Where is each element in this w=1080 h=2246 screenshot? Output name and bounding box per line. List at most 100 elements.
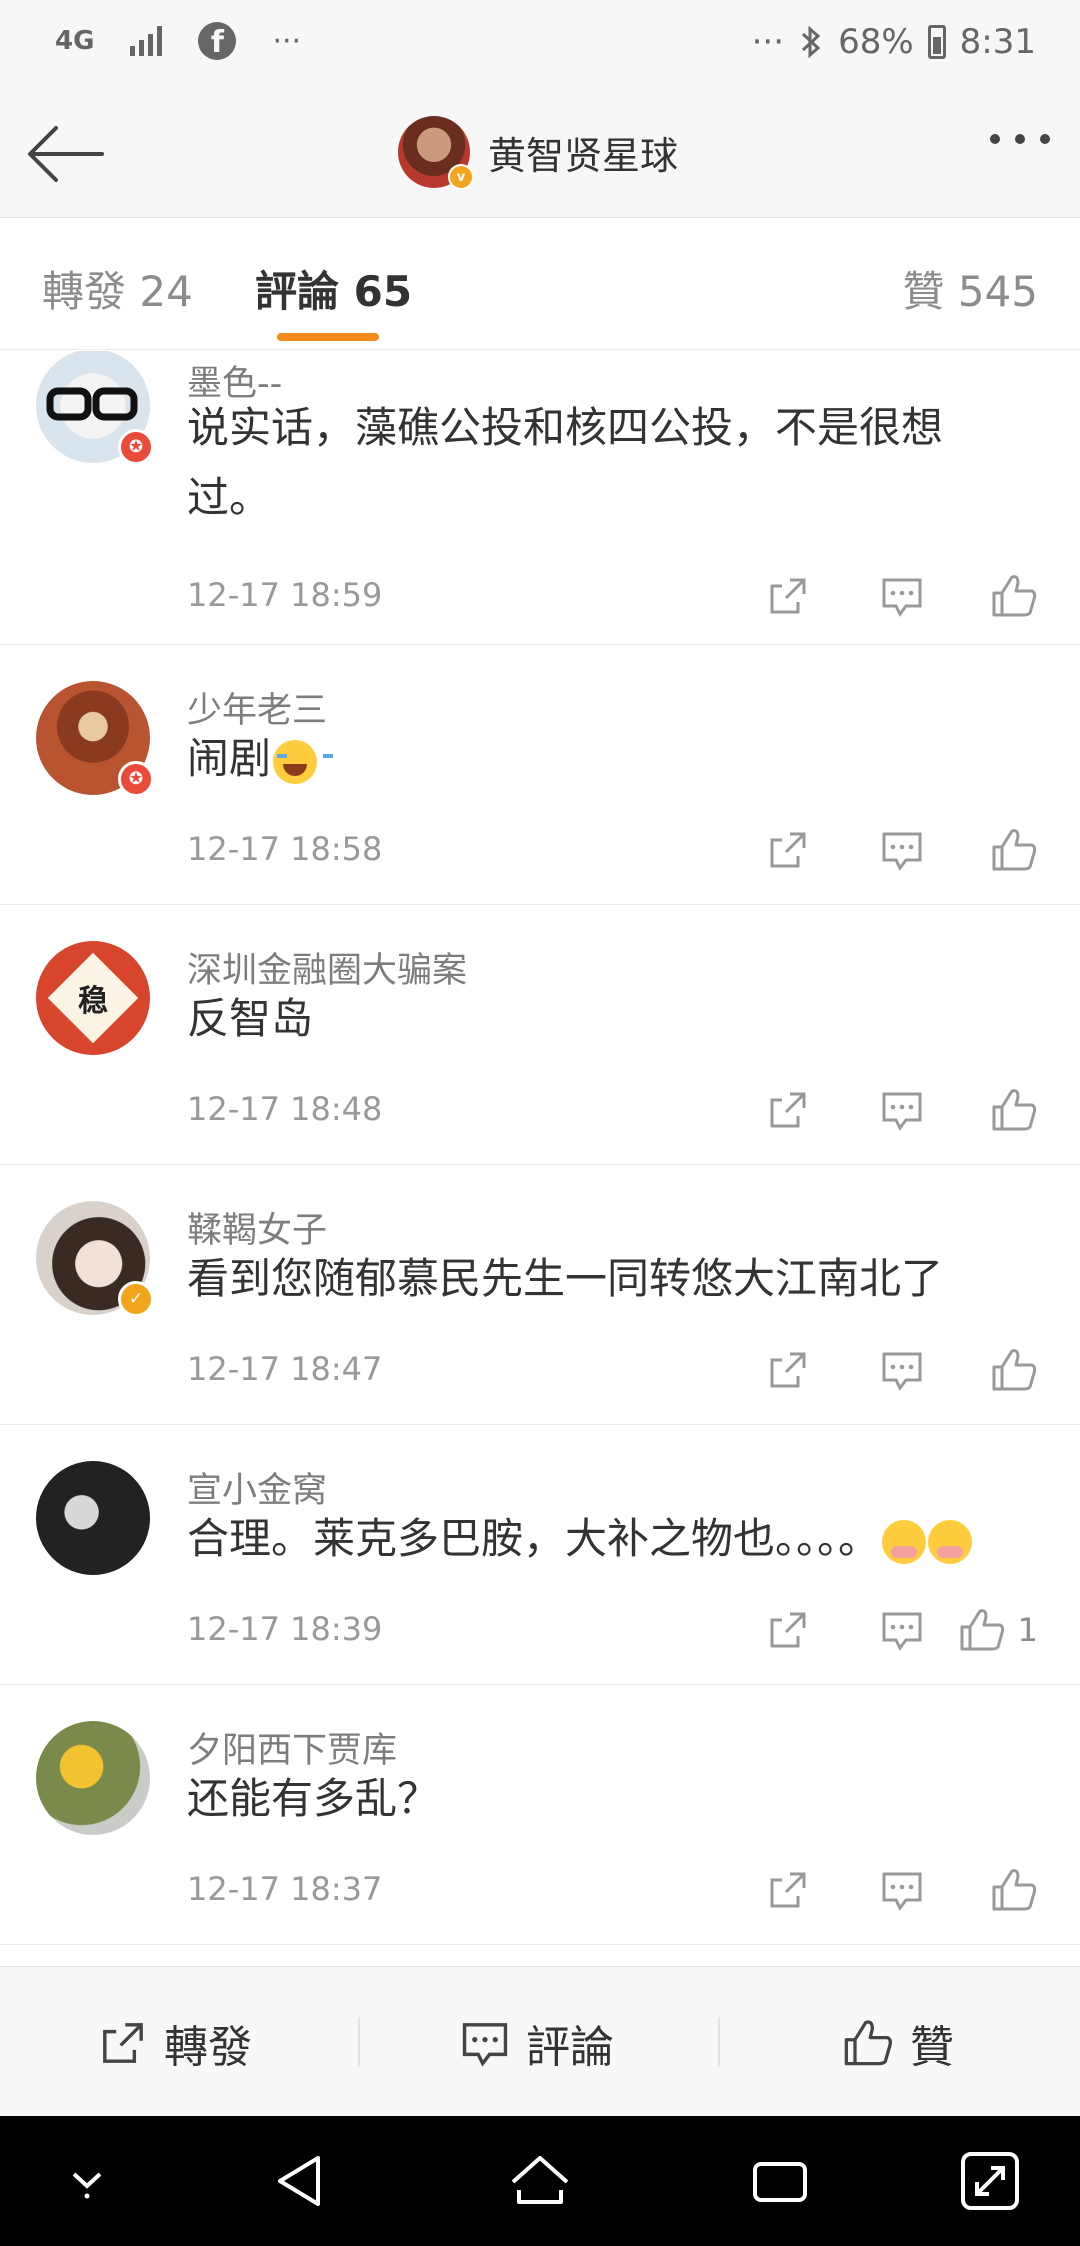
- verified-badge-icon: ✪: [118, 761, 154, 797]
- home-nav-icon[interactable]: [505, 2146, 575, 2216]
- comment-icon: [882, 578, 922, 617]
- like-button[interactable]: [924, 1865, 1038, 1915]
- like-label: 贊: [910, 2022, 954, 2073]
- comment-text: 反智岛: [187, 994, 314, 1043]
- comment-icon: [882, 1352, 922, 1391]
- notification-ellipsis: ···: [272, 23, 302, 59]
- comment-text: 说实话，藻礁公投和核四公投，不是很想过。: [187, 403, 944, 522]
- like-action-button[interactable]: 贊: [842, 2011, 954, 2075]
- comment-time: 12-17 18:58: [187, 830, 383, 868]
- avatar[interactable]: ✓: [36, 1201, 154, 1317]
- divider: [718, 2017, 720, 2067]
- tab-bar: 轉發 24 評論 65 贊 545: [0, 218, 1080, 350]
- comment-button[interactable]: [810, 1085, 924, 1135]
- comment-item: ✪ 墨色-- 说实话，藻礁公投和核四公投，不是很想过。 12-17 18:59: [0, 351, 1080, 645]
- bluetooth-icon: [802, 25, 821, 59]
- like-button[interactable]: [924, 1345, 1038, 1395]
- status-bar: 4G f ··· ··· 68% 8:31: [0, 0, 1080, 90]
- comment-time: 12-17 18:48: [187, 1090, 383, 1128]
- divider: [358, 2017, 360, 2067]
- shy-emoji-icon: [928, 1519, 973, 1564]
- avatar[interactable]: ✪: [36, 351, 154, 465]
- comment-text: 闹剧: [187, 734, 272, 783]
- repost-button[interactable]: [696, 1605, 810, 1655]
- repost-button[interactable]: [696, 571, 810, 621]
- repost-icon: [770, 1612, 806, 1648]
- tab-likes[interactable]: 贊 545: [902, 258, 1038, 319]
- comment-button[interactable]: [810, 825, 924, 875]
- active-tab-indicator: [277, 333, 379, 341]
- recent-apps-icon[interactable]: [745, 2146, 815, 2216]
- comment-time: 12-17 18:47: [187, 1350, 383, 1388]
- comment-time: 12-17 18:59: [187, 576, 383, 614]
- comment-list[interactable]: ✪ 墨色-- 说实话，藻礁公投和核四公投，不是很想过。 12-17 18:59 …: [0, 351, 1080, 1965]
- comment-icon: [882, 1612, 922, 1651]
- comment-button[interactable]: [810, 1865, 924, 1915]
- clock: 8:31: [959, 22, 1036, 62]
- comment-icon: [462, 2023, 508, 2067]
- battery-percent: 68%: [838, 22, 914, 62]
- repost-action-button[interactable]: 轉發: [98, 2011, 252, 2075]
- like-button[interactable]: [924, 1085, 1038, 1135]
- like-button[interactable]: 1: [924, 1605, 1038, 1655]
- comment-time: 12-17 18:39: [187, 1610, 383, 1648]
- like-icon: [992, 1349, 1037, 1391]
- status-ellipsis: ···: [751, 22, 785, 62]
- comment-item: 夕阳西下贾库 还能有多乱？ 12-17 18:37: [0, 1686, 1080, 1945]
- back-arrow-icon: [28, 126, 104, 182]
- like-button[interactable]: [924, 571, 1038, 621]
- verified-badge-icon: ✪: [118, 429, 154, 465]
- repost-icon: [770, 832, 806, 868]
- avatar-glyph: 稳: [78, 984, 108, 1019]
- avatar[interactable]: ✪: [36, 681, 154, 797]
- profile-header[interactable]: v 黄智贤星球: [398, 116, 679, 190]
- repost-button[interactable]: [696, 1085, 810, 1135]
- like-button[interactable]: [924, 825, 1038, 875]
- comment-text: 看到您随郁慕民先生一同转悠大江南北了: [187, 1254, 944, 1303]
- comment-icon: [882, 1872, 922, 1911]
- more-icon[interactable]: [990, 134, 1050, 144]
- comment-item: ✓ 鞣鞨女子 看到您随郁慕民先生一同转悠大江南北了 12-17 18:47: [0, 1166, 1080, 1425]
- bottom-action-bar: 轉發 評論 贊: [0, 1966, 1080, 2116]
- like-icon: [844, 2020, 893, 2066]
- comment-item: ✪ 少年老三 闹剧 12-17 18:58: [0, 646, 1080, 905]
- repost-icon: [103, 2023, 143, 2063]
- tab-reposts[interactable]: 轉發 24: [42, 258, 193, 319]
- laughing-tears-emoji-icon: [273, 739, 334, 784]
- repost-icon: [770, 1352, 806, 1388]
- avatar[interactable]: v: [398, 116, 474, 190]
- signal-icon: [130, 26, 163, 56]
- comment-label: 評論: [526, 2022, 614, 2073]
- avatar[interactable]: [36, 1721, 150, 1835]
- like-icon: [960, 1609, 1004, 1651]
- rotate-screen-icon[interactable]: [955, 2146, 1025, 2216]
- comment-button[interactable]: [810, 1345, 924, 1395]
- repost-icon: [770, 1872, 806, 1908]
- comment-time: 12-17 18:37: [187, 1870, 383, 1908]
- avatar[interactable]: 稳: [36, 941, 150, 1055]
- like-count: 1: [1017, 1611, 1038, 1649]
- facebook-icon: f: [198, 22, 237, 60]
- comment-button[interactable]: [810, 1605, 924, 1655]
- page-title: 黄智贤星球: [488, 133, 679, 178]
- repost-icon: [770, 578, 806, 614]
- hide-keyboard-icon[interactable]: [52, 2146, 122, 2216]
- like-icon: [992, 575, 1037, 617]
- comment-text: 还能有多乱？: [187, 1774, 440, 1823]
- battery-icon: [927, 25, 946, 59]
- system-navigation-bar: [0, 2116, 1080, 2246]
- like-icon: [992, 1869, 1037, 1911]
- tab-comments[interactable]: 評論 65: [255, 258, 412, 319]
- repost-button[interactable]: [696, 1345, 810, 1395]
- repost-button[interactable]: [696, 825, 810, 875]
- comment-item: 稳 深圳金融圈大骗案 反智岛 12-17 18:48: [0, 906, 1080, 1165]
- comment-icon: [882, 1092, 922, 1131]
- comment-action-button[interactable]: 評論: [460, 2011, 614, 2075]
- comment-button[interactable]: [810, 571, 924, 621]
- back-button[interactable]: [24, 116, 108, 192]
- back-nav-icon[interactable]: [266, 2146, 336, 2216]
- repost-button[interactable]: [696, 1865, 810, 1915]
- avatar[interactable]: [36, 1461, 150, 1575]
- verified-badge-icon: ✓: [118, 1281, 154, 1317]
- like-icon: [992, 829, 1037, 871]
